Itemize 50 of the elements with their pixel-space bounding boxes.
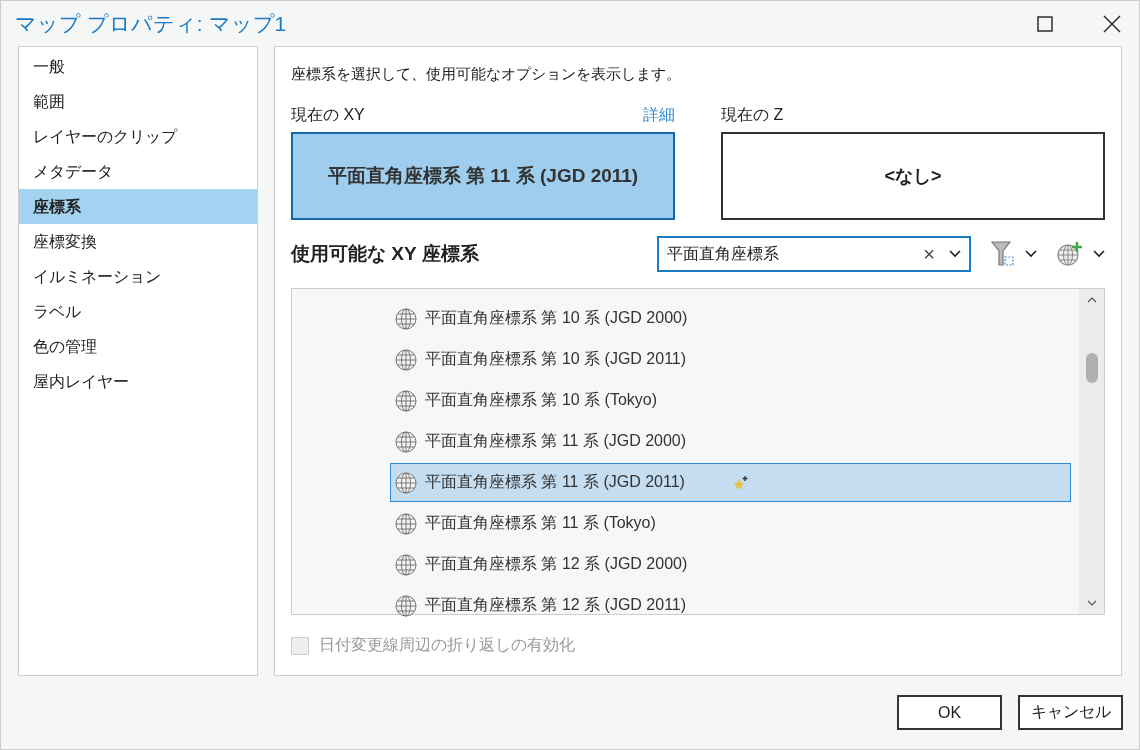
- chevron-down-icon[interactable]: [1025, 250, 1037, 258]
- list-item[interactable]: 平面直角座標系 第 10 系 (JGD 2011): [390, 340, 1071, 379]
- maximize-icon[interactable]: [1037, 15, 1053, 32]
- scrollbar[interactable]: [1079, 289, 1104, 614]
- list-item[interactable]: 平面直角座標系 第 12 系 (JGD 2011): [390, 586, 1071, 625]
- globe-icon: [395, 430, 417, 453]
- search-field[interactable]: 平面直角座標系 ×: [657, 236, 971, 272]
- checkbox-label: 日付変更線周辺の折り返しの有効化: [319, 635, 575, 655]
- details-link[interactable]: 詳細: [643, 104, 675, 126]
- sidebar-item[interactable]: 座標系: [19, 189, 257, 224]
- clear-button[interactable]: ×: [923, 242, 935, 266]
- filter-icon[interactable]: [991, 241, 1015, 267]
- scroll-down-icon[interactable]: [1086, 600, 1097, 606]
- sidebar-item[interactable]: レイヤーのクリップ: [19, 119, 257, 154]
- ok-button[interactable]: OK: [897, 695, 1002, 730]
- list-item[interactable]: 平面直角座標系 第 10 系 (Tokyo): [390, 381, 1071, 420]
- window-title: マップ プロパティ: マップ1: [15, 10, 287, 37]
- globe-icon: [395, 512, 417, 535]
- sidebar-item[interactable]: 範囲: [19, 84, 257, 119]
- description-text: 座標系を選択して、使用可能なオプションを表示します。: [291, 65, 682, 84]
- sidebar-item[interactable]: メタデータ: [19, 154, 257, 189]
- sidebar-item[interactable]: 一般: [19, 49, 257, 84]
- globe-icon: [395, 553, 417, 576]
- chevron-down-icon[interactable]: [1093, 250, 1105, 258]
- close-icon[interactable]: [1103, 14, 1121, 33]
- scroll-thumb[interactable]: [1085, 353, 1098, 383]
- favorite-star-icon[interactable]: [732, 474, 749, 491]
- sidebar-item[interactable]: 色の管理: [19, 329, 257, 364]
- globe-icon: [395, 307, 417, 330]
- list-item[interactable]: 平面直角座標系 第 11 系 (Tokyo): [390, 504, 1071, 543]
- sidebar-item[interactable]: イルミネーション: [19, 259, 257, 294]
- current-xy-box[interactable]: 平面直角座標系 第 11 系 (JGD 2011): [291, 132, 675, 220]
- current-z-box[interactable]: <なし>: [721, 132, 1105, 220]
- globe-icon: [395, 471, 417, 494]
- list-item[interactable]: 平面直角座標系 第 10 系 (JGD 2000): [390, 299, 1071, 338]
- current-xy-label: 現在の XY: [291, 104, 365, 125]
- list-item[interactable]: 平面直角座標系 第 11 系 (JGD 2000): [390, 422, 1071, 461]
- sidebar-item[interactable]: 座標変換: [19, 224, 257, 259]
- list-item[interactable]: 平面直角座標系 第 11 系 (JGD 2011): [390, 463, 1071, 502]
- sidebar-item[interactable]: ラベル: [19, 294, 257, 329]
- sidebar-item[interactable]: 屋内レイヤー: [19, 364, 257, 399]
- globe-icon: [395, 348, 417, 371]
- add-globe-icon[interactable]: [1057, 241, 1083, 267]
- scroll-up-icon[interactable]: [1086, 297, 1097, 303]
- section-heading: 使用可能な XY 座標系: [291, 242, 480, 266]
- current-z-label: 現在の Z: [721, 104, 784, 125]
- chevron-down-icon[interactable]: [949, 250, 961, 258]
- cancel-button[interactable]: キャンセル: [1018, 695, 1123, 730]
- globe-icon: [395, 389, 417, 412]
- list-item[interactable]: 平面直角座標系 第 12 系 (JGD 2000): [390, 545, 1071, 584]
